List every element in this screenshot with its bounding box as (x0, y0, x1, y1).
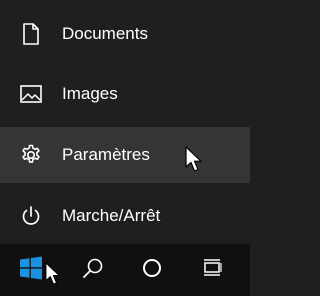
image-icon (19, 82, 43, 106)
menu-item-parametres[interactable]: Paramètres (0, 127, 250, 183)
menu-item-label: Documents (62, 24, 148, 43)
search-icon (81, 256, 105, 285)
menu-item-documents[interactable]: Documents (0, 6, 250, 62)
menu-item-images[interactable]: Images (0, 66, 250, 122)
power-icon (19, 204, 43, 228)
cortana-icon (141, 257, 163, 284)
cortana-button[interactable] (127, 244, 177, 296)
menu-item-label: Marche/Arrêt (62, 206, 161, 225)
document-icon (19, 22, 43, 46)
search-button[interactable] (68, 244, 118, 296)
gear-icon (19, 143, 43, 167)
menu-item-marche-arret[interactable]: Marche/Arrêt (0, 188, 250, 244)
start-menu: Documents Images Paramètres Marche/Arrêt (0, 0, 250, 244)
taskbar (0, 244, 250, 296)
windows-start-icon (19, 256, 43, 285)
task-view-icon (201, 257, 223, 284)
menu-item-label: Images (62, 84, 118, 103)
start-button[interactable] (6, 244, 56, 296)
task-view-button[interactable] (187, 244, 237, 296)
menu-item-label: Paramètres (62, 145, 150, 164)
